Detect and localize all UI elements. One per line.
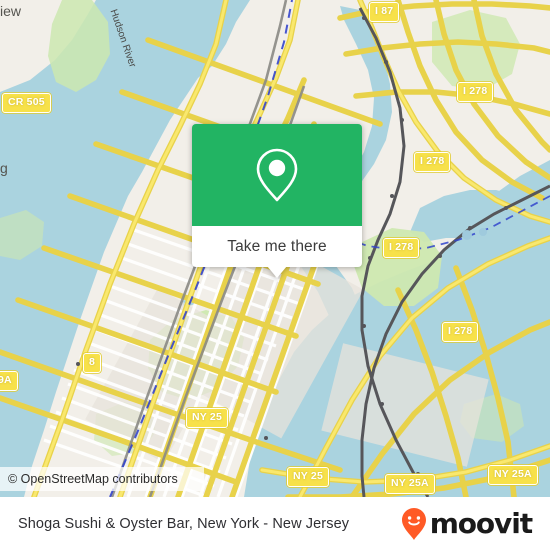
callout-body: Take me there xyxy=(192,124,362,267)
callout-header xyxy=(192,124,362,226)
map-pin-icon xyxy=(256,148,298,202)
route-shield-i-278-a[interactable]: I 278 xyxy=(457,82,494,102)
route-shield-i-278-c[interactable]: I 278 xyxy=(383,238,420,258)
route-shield-8[interactable]: 8 xyxy=(83,353,102,373)
route-shield-ny-25-b[interactable]: NY 25 xyxy=(287,467,329,487)
map-canvas[interactable]: iew Hudson River g CR 505 I 87 I 278 I 2… xyxy=(0,0,550,497)
route-shield-i-278-d[interactable]: I 278 xyxy=(442,322,479,342)
place-title: Shoga Sushi & Oyster Bar, New York - New… xyxy=(18,515,350,532)
moovit-wordmark: moovit xyxy=(429,506,533,540)
route-shield-ny-25-a[interactable]: NY 25 xyxy=(186,408,228,428)
pin-icon-wrap xyxy=(192,124,362,226)
route-shield-ny-25a-b[interactable]: NY 25A xyxy=(488,465,538,485)
attribution-text: © OpenStreetMap contributors xyxy=(8,472,178,486)
map-label-city-left: g xyxy=(0,160,8,176)
map-screenshot: iew Hudson River g CR 505 I 87 I 278 I 2… xyxy=(0,0,550,550)
route-shield-i-278-b[interactable]: I 278 xyxy=(414,152,451,172)
route-shield-cr-505[interactable]: CR 505 xyxy=(2,93,51,113)
moovit-logo[interactable]: moovit xyxy=(401,506,533,541)
take-me-there-label: Take me there xyxy=(227,237,327,255)
moovit-pin-icon xyxy=(401,507,426,540)
callout-tail xyxy=(267,266,287,278)
route-shield-i-87[interactable]: I 87 xyxy=(369,2,400,22)
footer-bar: Shoga Sushi & Oyster Bar, New York - New… xyxy=(0,497,550,550)
callout-action-bar[interactable]: Take me there xyxy=(192,226,362,267)
map-attribution[interactable]: © OpenStreetMap contributors xyxy=(0,467,204,491)
location-callout[interactable]: Take me there xyxy=(192,124,362,278)
route-shield-ny-25a-a[interactable]: NY 25A xyxy=(385,474,435,494)
map-label-city-top-left: iew xyxy=(0,3,22,19)
route-shield-9a[interactable]: 9A xyxy=(0,371,18,391)
